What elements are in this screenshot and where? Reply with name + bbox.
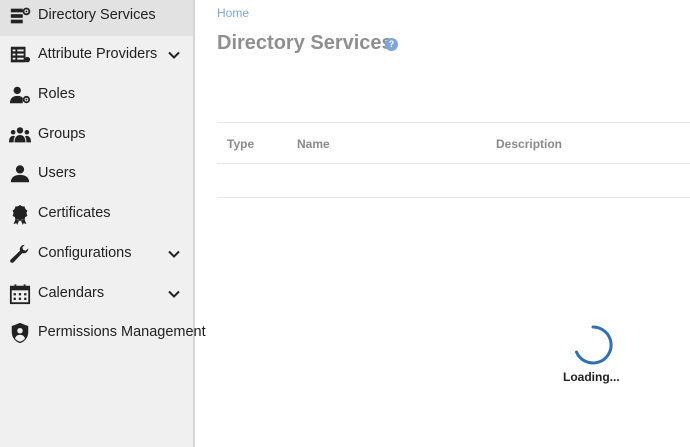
app-window: Directory Services Attribute Providers R…: [0, 0, 690, 447]
sidebar-item-label: Directory Services: [38, 7, 156, 23]
chevron-down-icon[interactable]: [167, 48, 181, 62]
sidebar-item-attribute-providers[interactable]: Attribute Providers: [0, 37, 193, 75]
groups-icon: [9, 124, 31, 146]
table-bottom-divider: [217, 197, 690, 198]
column-header-description[interactable]: Description: [496, 137, 562, 151]
sidebar-item-label: Attribute Providers: [38, 46, 158, 62]
sidebar-item-label: Configurations: [38, 245, 132, 261]
sidebar-item-label: Users: [38, 165, 76, 181]
sidebar-item-configurations[interactable]: Configurations: [0, 236, 193, 274]
page-title: Directory Services: [217, 32, 393, 54]
sidebar-item-label: Certificates: [38, 205, 111, 221]
sidebar: Directory Services Attribute Providers R…: [0, 0, 206, 447]
sidebar-item-directory-services[interactable]: Directory Services: [0, 0, 193, 36]
sidebar-item-certificates[interactable]: Certificates: [0, 196, 193, 234]
roles-icon: [9, 84, 31, 106]
loading-text: Loading...: [563, 370, 620, 384]
sidebar-item-label: Groups: [38, 126, 86, 142]
wrench-icon: [9, 243, 31, 265]
loading-spinner: [573, 325, 613, 365]
users-icon: [9, 163, 31, 185]
table-header-divider: [217, 163, 690, 164]
calendar-icon: [9, 283, 31, 305]
sidebar-item-label: Permissions Management: [38, 324, 206, 340]
main-content: Home Directory Services ? Type Name Desc…: [197, 0, 690, 447]
sidebar-item-calendars[interactable]: Calendars: [0, 276, 193, 314]
shield-user-icon: [9, 322, 31, 344]
sidebar-item-label: Calendars: [38, 285, 105, 301]
table-top-divider: [217, 122, 690, 123]
chevron-down-icon[interactable]: [167, 287, 181, 301]
directory-services-icon: [9, 5, 31, 27]
certificates-icon: [9, 203, 31, 225]
sidebar-item-permissions-management[interactable]: Permissions Management: [0, 315, 206, 353]
attribute-providers-icon: [9, 44, 31, 66]
sidebar-item-label: Roles: [38, 86, 76, 102]
help-icon[interactable]: ?: [385, 38, 398, 51]
sidebar-item-roles[interactable]: Roles: [0, 77, 193, 115]
breadcrumb-home[interactable]: Home: [217, 6, 249, 20]
sidebar-item-groups[interactable]: Groups: [0, 117, 193, 155]
chevron-down-icon[interactable]: [167, 247, 181, 261]
column-header-name[interactable]: Name: [297, 137, 330, 151]
column-header-type[interactable]: Type: [227, 137, 254, 151]
sidebar-item-users[interactable]: Users: [0, 156, 193, 194]
